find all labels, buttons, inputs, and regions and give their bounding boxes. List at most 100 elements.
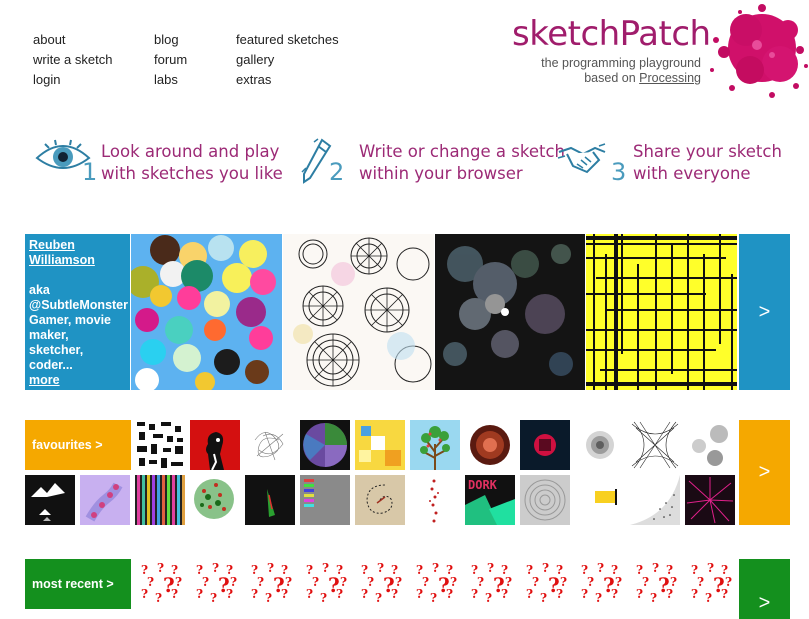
favourite-thumbnail[interactable] bbox=[190, 475, 240, 525]
question-mark-icon: ? bbox=[446, 587, 454, 601]
svg-text:DORK: DORK bbox=[468, 478, 498, 492]
question-mark-icon: ? bbox=[556, 587, 564, 601]
recent-sketch-placeholder[interactable]: ????????? bbox=[300, 559, 350, 609]
question-mark-icon: ? bbox=[581, 587, 589, 601]
question-mark-icon: ? bbox=[251, 587, 259, 601]
favourite-thumbnail[interactable] bbox=[135, 475, 185, 525]
featured-sketch-thumbnail[interactable] bbox=[586, 234, 737, 390]
question-mark-icon: ? bbox=[471, 587, 479, 601]
question-mark-icon: ? bbox=[477, 575, 485, 589]
step-2: 2 Write or change a sketch within your b… bbox=[300, 138, 565, 188]
featured-sketch-thumbnail[interactable] bbox=[283, 234, 434, 390]
favourite-thumbnail[interactable] bbox=[685, 475, 735, 525]
recent-next-button[interactable]: > bbox=[739, 559, 790, 619]
question-mark-icon: ? bbox=[587, 575, 595, 589]
step-3-number: 3 bbox=[611, 158, 627, 186]
favourite-thumbnail[interactable] bbox=[410, 420, 460, 470]
question-mark-icon: ? bbox=[171, 587, 179, 601]
favourite-thumbnail[interactable] bbox=[245, 475, 295, 525]
site-logo-title[interactable]: sketchPatch bbox=[512, 14, 711, 54]
question-mark-icon: ? bbox=[147, 575, 155, 589]
favourite-thumbnail[interactable] bbox=[245, 420, 295, 470]
favourite-thumbnail[interactable] bbox=[300, 420, 350, 470]
question-mark-icon: ? bbox=[540, 591, 548, 605]
favourite-thumbnail[interactable] bbox=[520, 420, 570, 470]
featured-author-bio: aka @SubtleMonster Gamer, movie maker, s… bbox=[29, 283, 128, 372]
favourite-thumbnail[interactable] bbox=[630, 475, 680, 525]
question-mark-icon: ? bbox=[336, 587, 344, 601]
recent-sketch-placeholder[interactable]: ????????? bbox=[135, 559, 185, 609]
favourite-thumbnail[interactable]: DORK bbox=[465, 475, 515, 525]
nav-gallery[interactable]: gallery bbox=[236, 50, 274, 70]
recent-sketch-placeholder[interactable]: ????????? bbox=[465, 559, 515, 609]
question-mark-icon: ? bbox=[210, 591, 218, 605]
nav-about[interactable]: about bbox=[33, 30, 66, 50]
nav-login[interactable]: login bbox=[33, 70, 60, 90]
favourite-thumbnail[interactable] bbox=[630, 420, 680, 470]
recent-sketch-placeholder[interactable]: ????????? bbox=[630, 559, 680, 609]
step-3-line2: with everyone bbox=[633, 164, 751, 183]
favourite-thumbnail[interactable] bbox=[355, 475, 405, 525]
favourite-thumbnail[interactable] bbox=[520, 475, 570, 525]
favourites-next-button[interactable]: > bbox=[739, 420, 790, 525]
recent-sketch-placeholder[interactable]: ????????? bbox=[575, 559, 625, 609]
featured-author-panel: Reuben Williamson aka @SubtleMonster Gam… bbox=[25, 234, 130, 390]
question-mark-icon: ? bbox=[361, 587, 369, 601]
recent-sketch-placeholder[interactable]: ????????? bbox=[245, 559, 295, 609]
step-3: 3 Share your sketch with everyone bbox=[557, 138, 797, 188]
step-3-line1: Share your sketch bbox=[633, 142, 782, 161]
favourite-thumbnail[interactable] bbox=[300, 475, 350, 525]
favourite-thumbnail[interactable] bbox=[80, 475, 130, 525]
recent-sketch-placeholder[interactable]: ????????? bbox=[355, 559, 405, 609]
question-mark-icon: ? bbox=[226, 587, 234, 601]
question-mark-icon: ? bbox=[611, 587, 619, 601]
question-mark-icon: ? bbox=[391, 587, 399, 601]
step-2-number: 2 bbox=[329, 158, 345, 186]
question-mark-icon: ? bbox=[265, 591, 273, 605]
step-1-line1: Look around and play bbox=[101, 142, 280, 161]
question-mark-icon: ? bbox=[416, 587, 424, 601]
nav-write-sketch[interactable]: write a sketch bbox=[33, 50, 112, 70]
featured-next-button[interactable]: > bbox=[739, 234, 790, 390]
question-mark-icon: ? bbox=[636, 587, 644, 601]
featured-more-link[interactable]: more bbox=[29, 373, 60, 387]
paint-splat-logo bbox=[710, 4, 808, 98]
favourites-label[interactable]: favourites > bbox=[25, 420, 131, 470]
favourite-thumbnail[interactable] bbox=[355, 420, 405, 470]
most-recent-label[interactable]: most recent > bbox=[25, 559, 131, 609]
favourite-thumbnail[interactable] bbox=[575, 420, 625, 470]
nav-featured-sketches[interactable]: featured sketches bbox=[236, 30, 339, 50]
favourite-thumbnail[interactable] bbox=[135, 420, 185, 470]
question-mark-icon: ? bbox=[430, 591, 438, 605]
recent-sketch-placeholder[interactable]: ????????? bbox=[410, 559, 460, 609]
recent-sketch-placeholder[interactable]: ????????? bbox=[190, 559, 240, 609]
favourite-thumbnail[interactable] bbox=[685, 420, 735, 470]
nav-extras[interactable]: extras bbox=[236, 70, 271, 90]
favourite-thumbnail[interactable] bbox=[25, 475, 75, 525]
question-mark-icon: ? bbox=[485, 591, 493, 605]
featured-author-name[interactable]: Reuben Williamson bbox=[29, 238, 126, 268]
handshake-icon bbox=[557, 143, 606, 174]
question-mark-icon: ? bbox=[595, 591, 603, 605]
recent-sketch-placeholder[interactable]: ????????? bbox=[520, 559, 570, 609]
processing-link[interactable]: Processing bbox=[639, 71, 701, 85]
featured-sketch-thumbnail[interactable] bbox=[435, 234, 585, 390]
featured-sketch-thumbnail[interactable] bbox=[131, 234, 282, 390]
recent-sketch-placeholder[interactable]: ????????? bbox=[685, 559, 735, 609]
question-mark-icon: ? bbox=[367, 575, 375, 589]
based-on-text: based on bbox=[584, 71, 636, 85]
question-mark-icon: ? bbox=[312, 575, 320, 589]
favourite-thumbnail[interactable] bbox=[575, 475, 625, 525]
nav-forum[interactable]: forum bbox=[154, 50, 187, 70]
favourite-thumbnail[interactable] bbox=[410, 475, 460, 525]
question-mark-icon: ? bbox=[642, 575, 650, 589]
question-mark-icon: ? bbox=[721, 587, 729, 601]
question-mark-icon: ? bbox=[155, 591, 163, 605]
favourite-thumbnail[interactable] bbox=[190, 420, 240, 470]
step-2-line2: within your browser bbox=[359, 164, 523, 183]
nav-blog[interactable]: blog bbox=[154, 30, 179, 50]
nav-labs[interactable]: labs bbox=[154, 70, 178, 90]
question-mark-icon: ? bbox=[422, 575, 430, 589]
question-mark-icon: ? bbox=[705, 591, 713, 605]
favourite-thumbnail[interactable] bbox=[465, 420, 515, 470]
